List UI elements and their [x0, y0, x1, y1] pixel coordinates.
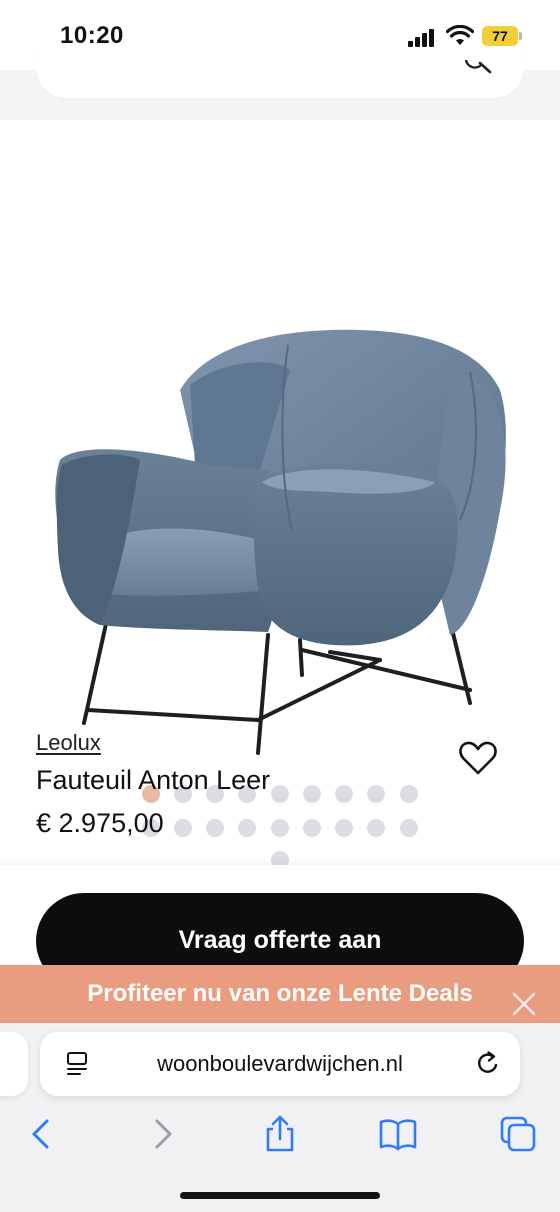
back-icon[interactable] — [22, 1114, 62, 1154]
status-time: 10:20 — [60, 22, 124, 49]
gallery-dot[interactable] — [238, 819, 256, 837]
bookmarks-icon[interactable] — [378, 1114, 418, 1154]
gallery-dot[interactable] — [335, 819, 353, 837]
gallery-dot[interactable] — [174, 819, 192, 837]
product-area: Leolux Fauteuil Anton Leer € 2.975,00 — [0, 120, 560, 869]
battery-level: 77 — [492, 28, 508, 44]
product-price: € 2.975,00 — [36, 808, 164, 838]
cellular-signal-icon — [408, 29, 438, 47]
page-menu-icon[interactable] — [66, 1051, 88, 1077]
previous-tab-preview[interactable] — [0, 1032, 28, 1096]
wifi-icon — [446, 25, 474, 45]
armchair-image[interactable] — [30, 220, 530, 780]
promo-text: Profiteer nu van onze Lente Deals — [87, 980, 473, 1007]
favorite-heart-icon[interactable] — [458, 740, 498, 776]
brand-link[interactable]: Leolux — [36, 730, 101, 756]
gallery-dot[interactable] — [206, 819, 224, 837]
gallery-dot[interactable] — [271, 785, 289, 803]
search-icon[interactable] — [462, 60, 494, 74]
battery-tip — [519, 32, 522, 40]
gallery-dot[interactable] — [303, 785, 321, 803]
gallery-dot[interactable] — [400, 785, 418, 803]
home-indicator — [180, 1192, 380, 1199]
forward-icon[interactable] — [142, 1114, 182, 1154]
tabs-icon[interactable] — [498, 1114, 538, 1154]
gallery-dot[interactable] — [367, 819, 385, 837]
share-icon[interactable] — [260, 1114, 300, 1154]
url-text[interactable]: woonboulevardwijchen.nl — [100, 1051, 460, 1077]
gallery-dot[interactable] — [303, 819, 321, 837]
reload-icon[interactable] — [474, 1049, 502, 1077]
close-icon[interactable] — [508, 988, 540, 1020]
gallery-dot[interactable] — [400, 819, 418, 837]
search-bar[interactable] — [36, 50, 524, 98]
product-title: Fauteuil Anton Leer — [36, 765, 271, 795]
battery-icon: 77 — [482, 26, 518, 46]
promo-banner[interactable]: Profiteer nu van onze Lente Deals — [0, 965, 560, 1023]
gallery-dot[interactable] — [271, 819, 289, 837]
gallery-dot[interactable] — [335, 785, 353, 803]
gallery-dot[interactable] — [367, 785, 385, 803]
